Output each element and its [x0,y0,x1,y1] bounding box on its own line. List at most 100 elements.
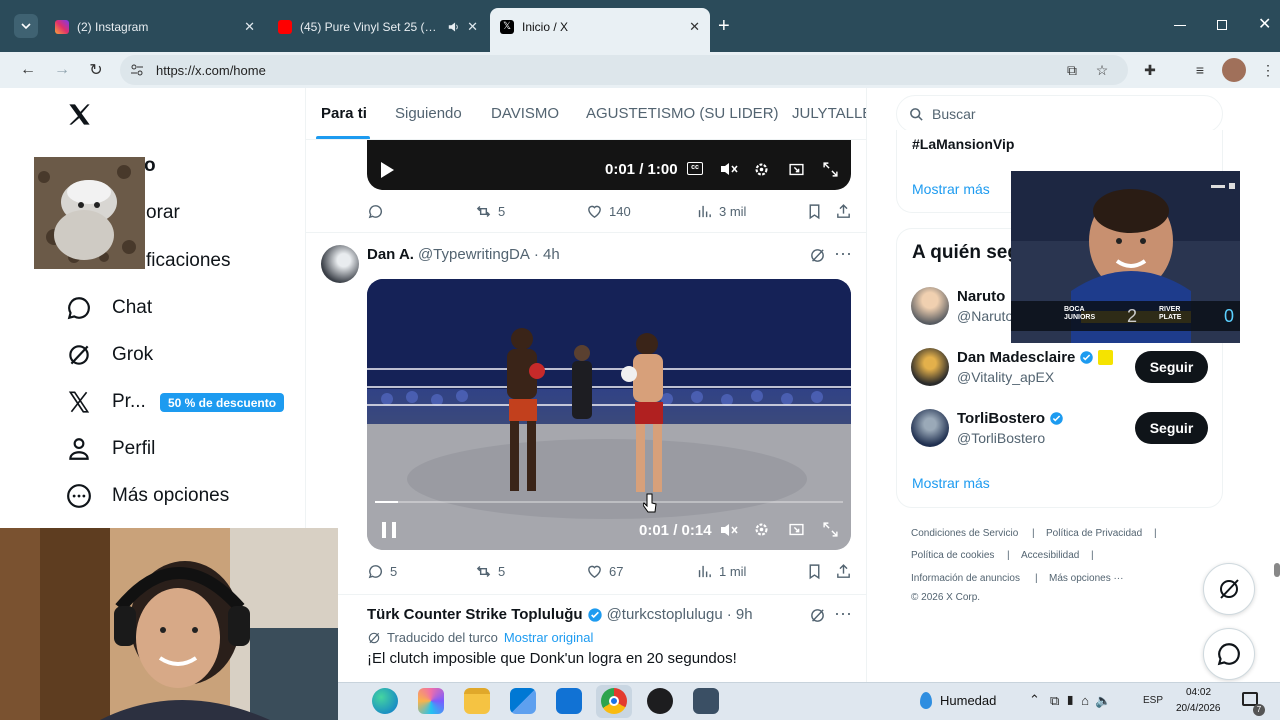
author-name[interactable]: Dan A. [367,246,414,263]
footer-link-cookies[interactable]: Política de cookies [911,550,994,561]
search-input[interactable]: Buscar [896,95,1223,133]
play-icon[interactable] [379,161,395,179]
follow-button[interactable]: Seguir [1135,412,1208,444]
sidebar-item-premium[interactable]: Pr... [66,382,146,422]
video-player[interactable]: 0:01 / 0:14 [367,279,851,550]
tab-x-home[interactable]: 𝕏 Inicio / X ✕ [490,8,710,52]
show-more-link[interactable]: Mostrar más [912,181,990,197]
clock-date[interactable]: 20/4/2026 [1176,703,1221,714]
bookmark-button[interactable] [806,563,823,580]
sidebar-item-profile[interactable]: Perfil [66,429,155,469]
obs-icon[interactable] [647,688,673,714]
trend-tag[interactable]: #LaMansionVip [912,136,1014,152]
language-indicator[interactable]: ESP [1143,695,1163,706]
page-scrollbar[interactable] [1274,563,1280,577]
sidebar-item-more[interactable]: Más opciones [66,476,229,516]
fullscreen-icon[interactable] [822,521,839,538]
share-button[interactable] [835,563,852,580]
show-original-link[interactable]: Mostrar original [504,630,594,645]
avatar[interactable] [911,409,949,447]
author-handle[interactable]: @TypewritingDA [418,246,530,263]
account-name[interactable]: TorliBostero [957,410,1064,427]
footer-link-more[interactable]: Más opciones ··· [1049,573,1123,584]
like-button[interactable]: 140 [586,203,631,220]
window-close-icon[interactable]: ✕ [1258,14,1271,34]
pause-icon[interactable] [382,522,396,538]
clock-time[interactable]: 04:02 [1186,687,1211,698]
premium-discount-badge[interactable]: 50 % de descuento [160,393,285,412]
views-button[interactable]: 3 mil [696,203,746,220]
window-restore-icon[interactable] [1217,20,1227,30]
reply-button[interactable]: 5 [367,563,397,580]
tab-agustetismo[interactable]: AGUSTETISMO (SU LIDER) [586,105,779,122]
avatar[interactable] [911,287,949,325]
like-button[interactable]: 67 [586,563,623,580]
system-tray-icons[interactable]: ⧉▮⌂🔈 [1050,693,1117,709]
captions-icon[interactable]: cc [687,162,703,175]
mute-icon[interactable] [720,522,738,538]
author-name[interactable]: Türk Counter Strike Topluluğu [367,606,583,623]
footer-link-terms[interactable]: Condiciones de Servicio [911,528,1018,539]
retweet-button[interactable]: 5 [475,203,505,220]
install-app-icon[interactable]: ⧉ [1060,58,1084,82]
edge-icon[interactable] [372,688,398,714]
post-more-icon[interactable]: ··· [834,243,852,264]
speaker-icon[interactable] [447,20,460,34]
mute-icon[interactable] [720,161,738,177]
tab-instagram[interactable]: (2) Instagram ✕ [45,12,265,42]
store-icon[interactable] [510,688,536,714]
footer-link-accessibility[interactable]: Accesibilidad [1021,550,1079,561]
tab-davismo[interactable]: DAVISMO [491,105,559,122]
new-tab-button[interactable]: + [718,14,730,38]
share-button[interactable] [835,203,852,220]
fullscreen-icon[interactable] [822,161,839,178]
pip-icon[interactable] [788,521,805,538]
footer-link-ads-info[interactable]: Información de anuncios [911,573,1020,584]
messages-fab-button[interactable] [1203,628,1255,680]
avatar[interactable] [321,245,359,283]
tab-youtube[interactable]: (45) Pure Vinyl Set 25 (Class ✕ [268,12,488,42]
settings-gear-icon[interactable] [753,161,770,178]
app-window-icon[interactable] [693,688,719,714]
back-icon[interactable]: ← [14,56,42,84]
sidebar-item-chat[interactable]: Chat [66,288,152,328]
close-icon[interactable]: ✕ [244,19,255,35]
sidebar-item-grok[interactable]: Grok [66,335,153,375]
site-info-icon[interactable] [130,63,144,77]
video-progress-track[interactable] [375,501,843,503]
account-name[interactable]: Dan Madesclaire [957,349,1114,366]
outlook-icon[interactable] [556,688,582,714]
file-explorer-icon[interactable] [464,688,490,714]
x-logo-icon[interactable] [66,101,93,133]
reload-icon[interactable]: ↻ [82,56,110,84]
menu-kebab-icon[interactable]: ⋮ [1256,58,1280,82]
avatar[interactable] [911,348,949,386]
grok-icon[interactable] [809,247,826,264]
video-player[interactable]: 0:01 / 1:00 cc [367,140,851,190]
media-controls-icon[interactable]: ≡ [1188,58,1212,82]
grok-icon[interactable] [809,607,826,624]
retweet-button[interactable]: 5 [475,563,505,580]
extensions-icon[interactable]: ✚ [1138,58,1162,82]
account-name[interactable]: Naruto [957,288,1005,305]
footer-link-privacy[interactable]: Política de Privacidad [1046,528,1142,539]
tab-search-button[interactable] [14,14,38,38]
tab-julytaller[interactable]: JULYTALLER [792,105,866,122]
bookmark-button[interactable] [806,203,823,220]
author-handle[interactable]: @turkcstoplulugu [607,606,723,623]
bookmark-star-icon[interactable]: ☆ [1090,58,1114,82]
close-icon[interactable]: ✕ [689,19,700,35]
forward-icon[interactable]: → [48,56,76,84]
tab-siguiendo[interactable]: Siguiendo [395,105,462,122]
pip-video-overlay[interactable]: BOCA JUNIORS 2 RIVER PLATE 0 [1011,171,1240,343]
post-more-icon[interactable]: ··· [834,603,852,624]
views-button[interactable]: 1 mil [696,563,746,580]
grok-fab-button[interactable] [1203,563,1255,615]
chevron-up-icon[interactable]: ⌃ [1029,692,1040,708]
pip-icon[interactable] [788,161,805,178]
show-more-link[interactable]: Mostrar más [912,475,990,491]
window-minimize-icon[interactable] [1174,25,1186,26]
follow-button[interactable]: Seguir [1135,351,1208,383]
close-icon[interactable]: ✕ [467,19,478,35]
weather-widget[interactable]: Humedad [920,692,996,709]
